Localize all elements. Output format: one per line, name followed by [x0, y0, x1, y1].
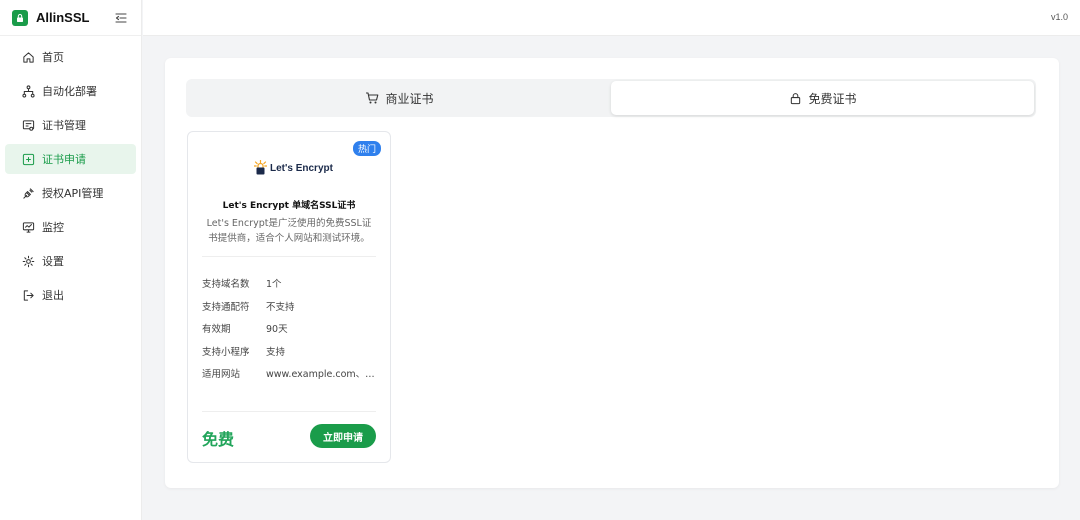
spec-list: 支持域名数 1个 支持通配符 不支持 有效期 90天 支持小程序 支持 适用网站… — [202, 272, 378, 385]
spec-value: 1个 — [266, 279, 282, 291]
sidebar: AllinSSL 首页 自动化部署 证书管理 证书申请 授权API管理 监控 设… — [0, 0, 142, 520]
lets-encrypt-logo: Let's Encrypt — [254, 160, 333, 176]
sidebar-item-monitor[interactable]: 监控 — [5, 212, 136, 242]
sidebar-item-home[interactable]: 首页 — [5, 42, 136, 72]
app-logo-icon — [12, 9, 28, 26]
spec-value: www.example.com、ex… — [266, 369, 378, 381]
certificate-icon — [21, 118, 35, 132]
spec-row: 支持小程序 支持 — [202, 340, 378, 363]
sidebar-item-label: 证书申请 — [42, 153, 86, 166]
logout-icon — [21, 288, 35, 302]
spec-label: 有效期 — [202, 324, 231, 336]
card-description: Let's Encrypt是广泛使用的免费SSL证书提供商，适合个人网站和测试环… — [206, 218, 372, 244]
menu-collapse-icon[interactable] — [113, 10, 129, 26]
plus-square-icon — [21, 152, 35, 166]
main-panel: 商业证书 免费证书 热门 Let's Encrypt Let's Encrypt… — [165, 58, 1059, 488]
tab-free-cert[interactable]: 免费证书 — [611, 81, 1034, 115]
sidebar-item-settings[interactable]: 设置 — [5, 246, 136, 276]
home-icon — [21, 50, 35, 64]
sidebar-item-label: 自动化部署 — [42, 85, 97, 98]
tab-label: 商业证书 — [385, 91, 434, 106]
tab-commercial-cert[interactable]: 商业证书 — [188, 81, 611, 115]
api-plug-icon — [21, 186, 35, 200]
sidebar-item-api-auth[interactable]: 授权API管理 — [5, 178, 136, 208]
gear-icon — [21, 254, 35, 268]
sidebar-item-label: 授权API管理 — [42, 187, 104, 200]
logo-text: Let's Encrypt — [270, 162, 333, 174]
sidebar-item-label: 证书管理 — [42, 119, 86, 132]
spec-row: 适用网站 www.example.com、ex… — [202, 362, 378, 385]
spec-label: 适用网站 — [202, 369, 241, 381]
spec-label: 支持小程序 — [202, 346, 250, 358]
spec-row: 支持域名数 1个 — [202, 272, 378, 295]
sidebar-item-label: 退出 — [42, 289, 64, 302]
app-name: AllinSSL — [36, 10, 90, 25]
spec-row: 支持通配符 不支持 — [202, 295, 378, 318]
apply-now-button[interactable]: 立即申请 — [310, 424, 376, 448]
hot-badge: 热门 — [352, 141, 381, 156]
divider — [202, 256, 376, 257]
sidebar-item-auto-deploy[interactable]: 自动化部署 — [5, 76, 136, 106]
spec-row: 有效期 90天 — [202, 317, 378, 340]
product-card: 热门 Let's Encrypt Let's Encrypt 单域名SSL证书 … — [187, 131, 391, 463]
sidebar-item-label: 设置 — [42, 255, 64, 268]
spec-value: 90天 — [266, 324, 288, 336]
tab-label: 免费证书 — [808, 91, 857, 106]
lock-icon — [788, 91, 802, 105]
cert-type-tabs: 商业证书 免费证书 — [186, 79, 1036, 117]
divider — [202, 411, 376, 412]
sidebar-item-logout[interactable]: 退出 — [5, 280, 136, 310]
version-label: v1.0 — [1050, 12, 1068, 22]
monitor-icon — [21, 220, 35, 234]
price-label: 免费 — [202, 430, 235, 449]
top-bar: v1.0 — [143, 0, 1080, 36]
spec-label: 支持通配符 — [202, 301, 250, 313]
brand-header: AllinSSL — [0, 0, 141, 36]
spec-value: 不支持 — [266, 301, 295, 313]
spec-label: 支持域名数 — [202, 279, 250, 291]
lets-encrypt-icon — [254, 160, 267, 175]
cart-icon — [365, 91, 379, 105]
workflow-icon — [21, 84, 35, 98]
sidebar-item-label: 监控 — [42, 221, 64, 234]
spec-value: 支持 — [266, 346, 286, 358]
sidebar-item-cert-manage[interactable]: 证书管理 — [5, 110, 136, 140]
sidebar-item-cert-apply[interactable]: 证书申请 — [5, 144, 136, 174]
sidebar-nav: 首页 自动化部署 证书管理 证书申请 授权API管理 监控 设置 退出 — [0, 36, 141, 310]
sidebar-item-label: 首页 — [42, 51, 64, 64]
card-title: Let's Encrypt 单域名SSL证书 — [222, 201, 356, 211]
